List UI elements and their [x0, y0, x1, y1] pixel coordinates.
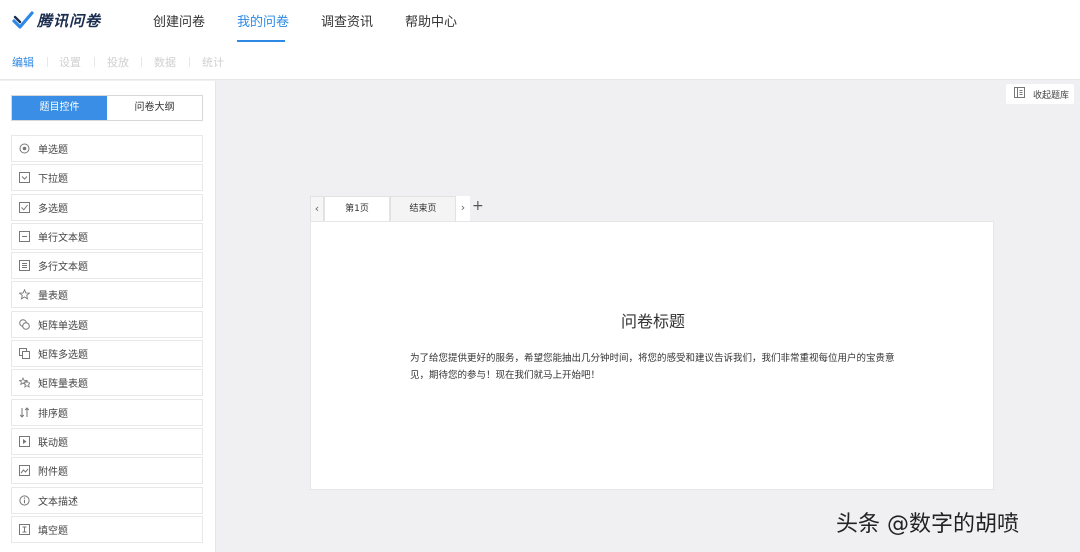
linkage-icon [19, 435, 30, 447]
checkbox-icon [19, 201, 30, 213]
question-type-label: 填空题 [38, 525, 68, 537]
info-icon [19, 494, 30, 506]
tab-page-1[interactable]: 第1页 [324, 196, 390, 222]
question-type-text-description[interactable]: 文本描述 [11, 486, 203, 514]
survey-title[interactable]: 问卷标题 [311, 308, 995, 332]
question-type-label: 排序题 [38, 408, 68, 420]
survey-canvas: 问卷标题 为了给您提供更好的服务，希望您能抽出几分钟时间，将您的感受和建议告诉我… [310, 221, 994, 490]
nav-create-survey[interactable]: 创建问卷 [153, 11, 205, 30]
question-type-label: 矩阵多选题 [38, 350, 88, 362]
collapse-library-button[interactable]: 收起题库 [1005, 84, 1074, 104]
question-type-label: 联动题 [38, 437, 68, 449]
survey-description[interactable]: 为了给您提供更好的服务，希望您能抽出几分钟时间，将您的感受和建议告诉我们，我们非… [410, 350, 898, 384]
nav-help-center[interactable]: 帮助中心 [405, 11, 457, 30]
question-type-matrix-single[interactable]: 矩阵单选题 [11, 310, 203, 338]
question-type-matrix-multiple[interactable]: 矩阵多选题 [11, 340, 203, 368]
tab-survey-outline[interactable]: 问卷大纲 [107, 96, 202, 120]
nav-survey-news[interactable]: 调查资讯 [321, 11, 373, 30]
question-type-label: 矩阵单选题 [38, 320, 88, 332]
subnav-publish[interactable]: 投放 [107, 54, 129, 70]
question-type-label: 量表题 [38, 291, 68, 303]
subnav-divider [94, 57, 95, 67]
question-type-scale[interactable]: 量表题 [11, 281, 203, 309]
question-type-fill-blank[interactable]: 填空题 [11, 515, 203, 543]
prev-page-arrow-icon[interactable]: ‹ [310, 196, 324, 222]
collapse-library-icon [1013, 87, 1025, 101]
subnav-data[interactable]: 数据 [154, 54, 176, 70]
sort-icon [19, 406, 30, 418]
question-type-label: 附件题 [38, 467, 68, 479]
matrix-checkbox-icon [19, 348, 30, 360]
matrix-star-icon [19, 377, 30, 389]
question-type-linkage[interactable]: 联动题 [11, 427, 203, 455]
question-type-label: 多行文本题 [38, 262, 88, 274]
question-type-single-line-text[interactable]: 单行文本题 [11, 222, 203, 250]
nav-active-underline [237, 40, 285, 42]
radio-icon [19, 143, 30, 154]
add-page-button[interactable]: + [472, 198, 484, 214]
star-icon [19, 289, 30, 301]
collapse-library-label: 收起题库 [1032, 90, 1069, 101]
subnav-statistics[interactable]: 统计 [202, 54, 224, 70]
sub-toolbar: 编辑 设置 投放 数据 统计 [0, 44, 1080, 80]
attachment-icon [19, 465, 30, 477]
question-library-sidebar: 题目控件 问卷大纲 单选题 下拉题 多选题 单行文本题 多行文本题 量表题 矩阵… [0, 81, 216, 552]
sidebar-tabs: 题目控件 问卷大纲 [11, 95, 203, 121]
nav-my-surveys[interactable]: 我的问卷 [237, 11, 289, 30]
multi-line-text-icon [19, 260, 30, 272]
question-type-sort[interactable]: 排序题 [11, 398, 203, 426]
question-type-single-choice[interactable]: 单选题 [11, 135, 203, 162]
subnav-divider [189, 57, 190, 67]
question-type-label: 单行文本题 [38, 232, 88, 244]
question-type-matrix-scale[interactable]: 矩阵量表题 [11, 369, 203, 397]
question-type-list: 单选题 下拉题 多选题 单行文本题 多行文本题 量表题 矩阵单选题 矩阵多选题 [11, 135, 203, 545]
dropdown-icon [19, 172, 30, 184]
single-line-text-icon [19, 230, 30, 242]
logo[interactable]: 腾讯问卷 [12, 9, 101, 31]
logo-check-icon [12, 9, 34, 31]
subnav-edit[interactable]: 编辑 [12, 54, 34, 70]
question-type-label: 矩阵量表题 [38, 379, 88, 391]
fill-blank-icon [19, 523, 30, 535]
matrix-radio-icon [19, 318, 30, 330]
tab-question-controls[interactable]: 题目控件 [12, 96, 107, 120]
question-type-label: 单选题 [38, 145, 68, 156]
question-type-multiple-choice[interactable]: 多选题 [11, 193, 203, 221]
logo-text: 腾讯问卷 [37, 11, 102, 30]
tab-end-page[interactable]: 结束页 [390, 196, 456, 222]
next-page-arrow-icon[interactable]: › [456, 196, 470, 222]
subnav-divider [47, 57, 48, 67]
subnav-divider [141, 57, 142, 67]
question-type-dropdown[interactable]: 下拉题 [11, 164, 203, 192]
question-type-label: 下拉题 [38, 174, 68, 186]
question-type-multi-line-text[interactable]: 多行文本题 [11, 252, 203, 280]
question-type-label: 文本描述 [38, 496, 78, 508]
watermark-text: 头条 @数字的胡喷 [836, 512, 1019, 537]
subnav-settings[interactable]: 设置 [59, 54, 81, 70]
question-type-label: 多选题 [38, 203, 68, 215]
question-type-attachment[interactable]: 附件题 [11, 457, 203, 485]
top-navbar: 腾讯问卷 创建问卷 我的问卷 调查资讯 帮助中心 [0, 0, 1080, 44]
